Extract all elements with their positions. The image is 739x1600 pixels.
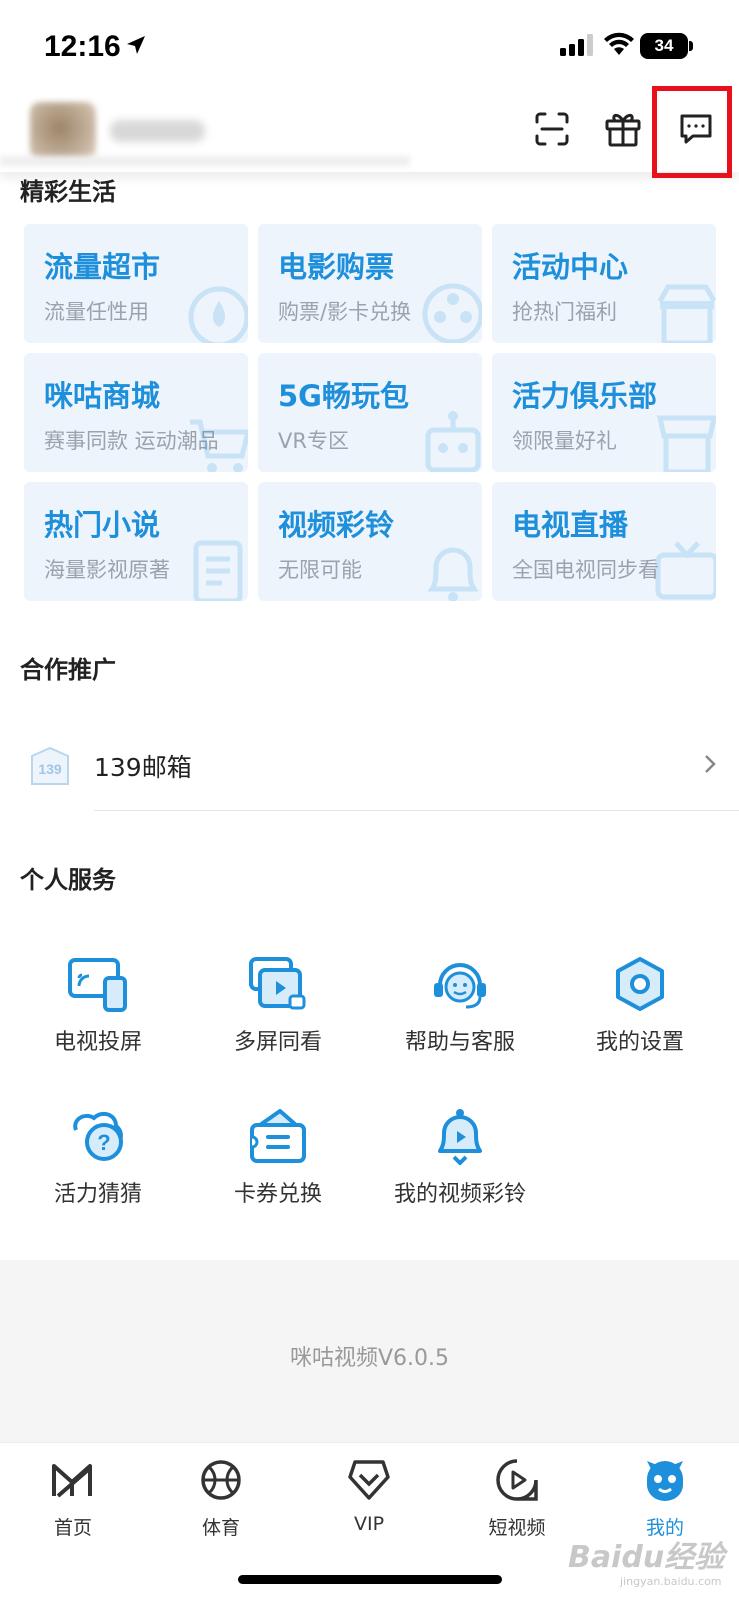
tv-cast-icon — [68, 958, 127, 1012]
gift-icon — [605, 113, 641, 147]
multi-screen-icon — [249, 957, 306, 1010]
service-label: 我的设置 — [595, 1030, 684, 1055]
section-title-featured: 精彩生活 — [20, 178, 116, 206]
tab-home[interactable]: 首页 — [18, 1457, 128, 1540]
bell-icon — [427, 547, 479, 601]
header-blur-strip — [0, 156, 410, 166]
svg-text:?: ? — [97, 1130, 110, 1155]
avatar[interactable] — [30, 102, 96, 160]
tile-movie-tickets[interactable]: 电影购票 购票/影卡兑换 — [258, 224, 482, 343]
profile-header — [0, 90, 739, 172]
section-title-services: 个人服务 — [20, 866, 116, 894]
tab-label: 体育 — [201, 1517, 240, 1539]
tile-activity-center[interactable]: 活动中心 抢热门福利 — [492, 224, 716, 343]
quiz-icon: ? — [73, 1111, 123, 1161]
service-tv-cast[interactable]: 电视投屏 — [8, 952, 188, 1056]
settings-icon — [616, 957, 664, 1011]
footer: 咪咕视频V6.0.5 — [0, 1260, 739, 1442]
droplet-icon — [188, 286, 248, 343]
document-icon — [193, 540, 243, 601]
robot-icon — [425, 411, 481, 472]
battery-level: 34 — [640, 33, 688, 59]
app-version: 咪咕视频V6.0.5 — [289, 1346, 450, 1371]
service-coupon-exchange[interactable]: 卡券兑换 — [188, 1104, 368, 1208]
baidu-watermark-url: jingyan.baidu.com — [620, 1575, 722, 1588]
scan-icon — [535, 112, 569, 146]
cellular-signal-icon — [560, 34, 593, 56]
service-my-video-ringtone[interactable]: 我的视频彩铃 — [370, 1104, 550, 1208]
service-label: 活力猜猜 — [53, 1182, 142, 1207]
customer-service-icon — [434, 963, 486, 1009]
tab-vip[interactable]: VIP — [314, 1457, 424, 1535]
service-label: 卡券兑换 — [233, 1182, 322, 1207]
tile-tv-live[interactable]: 电视直播 全国电视同步看 — [492, 482, 716, 601]
divider — [94, 810, 739, 811]
baidu-watermark: Baidu经验 — [568, 1540, 725, 1575]
tile-migu-mall[interactable]: 咪咕商城 赛事同款 运动潮品 — [24, 353, 248, 472]
live-tv-icon — [655, 541, 716, 600]
tile-vitality-club[interactable]: 活力俱乐部 领限量好礼 — [492, 353, 716, 472]
home-indicator[interactable] — [238, 1575, 502, 1584]
service-label: 多屏同看 — [233, 1030, 322, 1055]
vip-icon — [348, 1460, 390, 1500]
section-title-partners: 合作推广 — [20, 656, 116, 684]
tile-hot-novels[interactable]: 热门小说 海量影视原著 — [24, 482, 248, 601]
chevron-right-icon — [705, 755, 716, 773]
service-multi-screen[interactable]: 多屏同看 — [188, 952, 368, 1056]
tab-label: 首页 — [53, 1517, 92, 1539]
battery-tip — [689, 41, 693, 51]
tab-profile[interactable]: 我的 — [610, 1457, 720, 1540]
service-help-support[interactable]: 帮助与客服 — [370, 952, 550, 1056]
location-arrow-icon — [127, 36, 145, 54]
service-settings[interactable]: 我的设置 — [550, 952, 730, 1056]
featured-grid: 流量超市 流量任性用 电影购票 购票/影卡兑换 活动中心 抢热门福利 咪咕商城 … — [24, 224, 716, 601]
gift-button[interactable] — [598, 104, 648, 154]
scan-button[interactable] — [527, 104, 577, 154]
status-time: 12:16 — [44, 30, 121, 63]
store-icon — [657, 284, 716, 343]
short-video-icon — [496, 1459, 538, 1501]
partner-139-mail-row[interactable]: 139 139邮箱 — [0, 722, 739, 812]
home-icon — [52, 1464, 92, 1498]
tab-label: VIP — [353, 1513, 385, 1535]
coupon-icon — [250, 1109, 306, 1163]
film-reel-icon — [422, 283, 482, 343]
tile-video-ringtone[interactable]: 视频彩铃 无限可能 — [258, 482, 482, 601]
profile-icon — [647, 1461, 683, 1501]
message-highlight-box — [652, 86, 732, 178]
video-ringtone-icon — [438, 1109, 482, 1165]
tab-sports[interactable]: 体育 — [166, 1457, 276, 1540]
tab-short-video[interactable]: 短视频 — [462, 1457, 572, 1540]
status-bar: 12:16 34 — [0, 0, 739, 90]
service-label: 电视投屏 — [53, 1030, 142, 1055]
wifi-icon — [604, 32, 634, 55]
service-label: 我的视频彩铃 — [393, 1182, 526, 1207]
tab-label: 短视频 — [488, 1517, 546, 1539]
username-blurred[interactable] — [110, 120, 205, 142]
service-vitality-quiz[interactable]: ? 活力猜猜 — [8, 1104, 188, 1208]
mail-139-icon: 139 — [31, 746, 69, 785]
sports-icon — [201, 1460, 241, 1500]
shopping-cart-icon — [190, 419, 248, 472]
mail-139-icon-text: 139 — [38, 761, 62, 777]
service-label: 帮助与客服 — [404, 1030, 515, 1055]
tile-data-market[interactable]: 流量超市 流量任性用 — [24, 224, 248, 343]
tile-5g-package[interactable]: 5G畅玩包 VR专区 — [258, 353, 482, 472]
shop-awning-icon — [656, 415, 716, 472]
partner-label: 139邮箱 — [94, 753, 192, 782]
